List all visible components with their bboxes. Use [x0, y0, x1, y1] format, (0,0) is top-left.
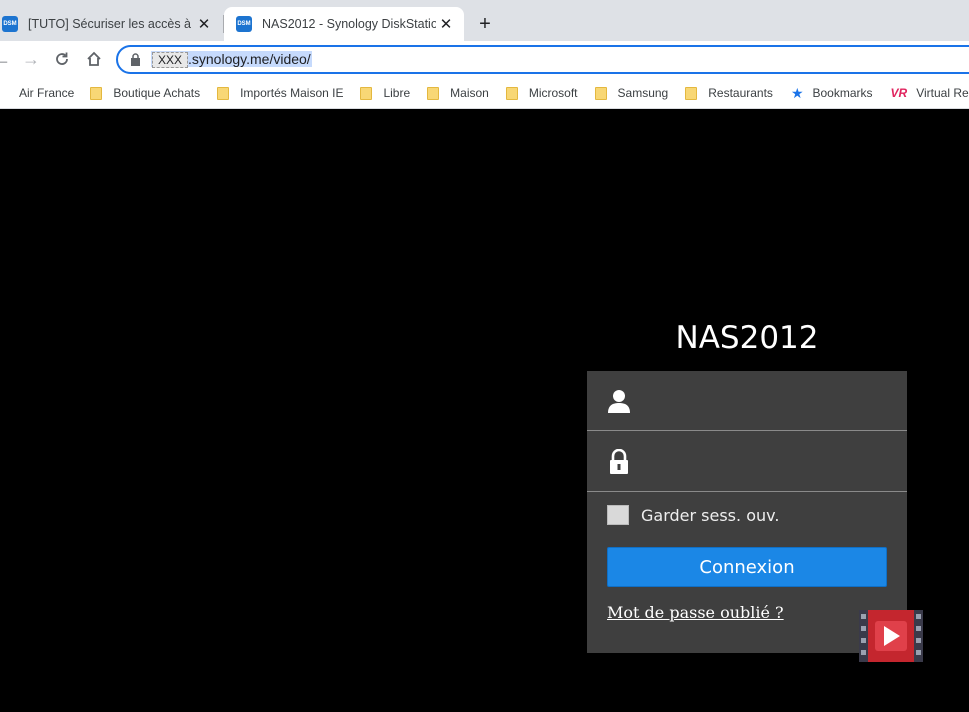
bookmark-restaurants[interactable]: Restaurants: [685, 81, 773, 105]
bookmark-microsoft[interactable]: Microsoft: [505, 81, 578, 105]
username-input[interactable]: [647, 385, 892, 417]
home-icon: [87, 51, 101, 66]
login-button[interactable]: Connexion: [607, 547, 887, 587]
star-icon: ★: [790, 84, 804, 101]
vr-icon: VR: [890, 86, 908, 100]
folder-icon: [427, 86, 440, 100]
new-tab-button[interactable]: +: [474, 13, 496, 35]
bookmark-label: Virtual Regat: [916, 86, 969, 100]
address-text: .synology.me/video/: [188, 51, 311, 67]
lock-icon: [610, 449, 628, 474]
password-input[interactable]: [647, 446, 892, 478]
home-button[interactable]: [82, 47, 106, 71]
user-icon: [608, 390, 630, 413]
close-icon[interactable]: ✕: [436, 14, 456, 34]
folder-icon: [90, 86, 103, 100]
tab-strip: DSM [TUTO] Sécuriser les accès à son ✕ D…: [0, 0, 969, 41]
bookmark-samsung[interactable]: Samsung: [594, 81, 669, 105]
reload-icon: [56, 52, 68, 65]
bookmark-label: Bookmarks: [812, 86, 873, 100]
lock-icon: [131, 53, 140, 66]
folder-icon: [505, 86, 518, 100]
bookmark-maison[interactable]: Maison: [427, 81, 489, 105]
bookmark-libre[interactable]: Libre: [360, 81, 410, 105]
address-bar[interactable]: XXX .synology.me/video/: [116, 45, 969, 74]
tab-title: NAS2012 - Synology DiskStation: [262, 17, 436, 31]
page-content: NAS2012 Garder sess. ouv. Connexion Mot …: [0, 110, 969, 712]
tab-title: [TUTO] Sécuriser les accès à son: [28, 17, 194, 31]
arrow-right-icon: →: [22, 48, 40, 69]
bookmark-virtual-regatta[interactable]: VR Virtual Regat: [891, 81, 969, 105]
bookmark-label: Samsung: [617, 86, 669, 100]
bookmark-label: Boutique Achats: [113, 86, 201, 100]
masked-host: XXX: [152, 52, 188, 68]
bookmarks-bar: Air France Boutique Achats Importés Mais…: [0, 78, 969, 109]
bookmark-label: Restaurants: [708, 86, 773, 100]
folder-icon: [594, 86, 607, 100]
bookmark-bookmarks[interactable]: ★ Bookmarks: [791, 81, 873, 105]
browser-toolbar: ← → XXX .synology.me/video/: [0, 41, 969, 78]
folder-icon: [217, 86, 230, 100]
folder-icon: [360, 86, 373, 100]
bookmark-label: Libre: [383, 86, 411, 100]
bookmark-label: Maison: [450, 86, 489, 100]
bookmark-boutique-achats[interactable]: Boutique Achats: [90, 81, 200, 105]
username-row: [587, 371, 907, 431]
remember-me[interactable]: Garder sess. ouv.: [607, 505, 779, 525]
bookmark-importes-maison-ie[interactable]: Importés Maison IE: [217, 81, 343, 105]
address-url[interactable]: XXX .synology.me/video/: [151, 51, 312, 68]
tab-nas2012[interactable]: DSM NAS2012 - Synology DiskStation ✕: [224, 7, 464, 41]
bookmark-label: Air France: [19, 86, 75, 100]
password-row: [587, 432, 907, 492]
arrow-left-icon: ←: [0, 48, 11, 69]
forgot-password-link[interactable]: Mot de passe oublié ?: [607, 603, 784, 622]
remember-checkbox[interactable]: [607, 505, 629, 525]
bookmark-label: Microsoft: [528, 86, 578, 100]
forward-button[interactable]: →: [19, 47, 43, 71]
bookmark-label: Importés Maison IE: [240, 86, 344, 100]
back-button[interactable]: ←: [0, 47, 14, 71]
remember-label: Garder sess. ouv.: [641, 505, 780, 525]
dsm-favicon-icon: DSM: [2, 16, 18, 32]
video-station-icon: [859, 610, 923, 662]
folder-icon: [685, 86, 698, 100]
server-name: NAS2012: [675, 320, 819, 356]
dsm-favicon-icon: DSM: [236, 16, 252, 32]
close-icon[interactable]: ✕: [194, 14, 214, 34]
tab-tuto[interactable]: DSM [TUTO] Sécuriser les accès à son ✕: [0, 7, 222, 41]
reload-button[interactable]: [50, 47, 74, 71]
bookmark-air-france[interactable]: Air France: [0, 81, 74, 105]
plus-icon: +: [479, 12, 491, 35]
